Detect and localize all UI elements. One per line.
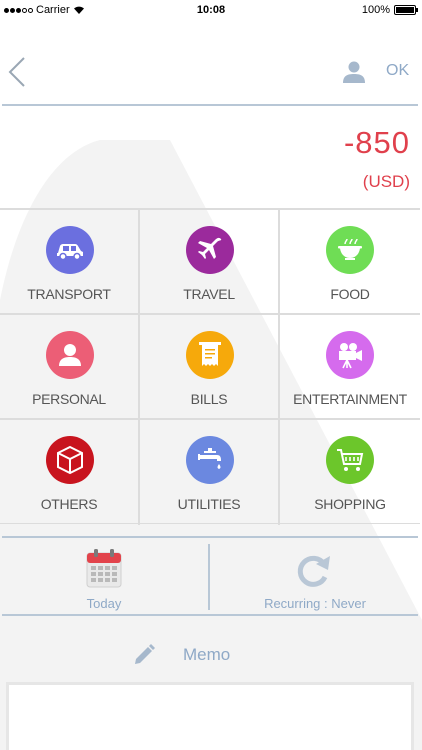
category-bills[interactable]: BILLS [140,315,280,420]
status-time: 10:08 [196,4,226,16]
category-label: FOOD [330,286,370,302]
nav-title-area [80,54,330,98]
cart-icon [326,436,374,484]
calendar-icon [86,549,122,588]
battery-icon [394,5,418,15]
category-grid: TRANSPORT TRAVEL FOOD PERSONAL BILLS ENT… [0,208,420,525]
memo-label: Memo [183,645,231,664]
category-utilities[interactable]: UTILITIES [140,420,280,525]
currency-label[interactable]: (USD) [363,172,410,192]
refresh-icon [297,555,330,587]
status-battery-group: 100% [361,4,418,16]
category-label: UTILITIES [177,496,241,512]
back-chevron-icon[interactable] [6,56,30,88]
battery-fill [396,7,414,13]
category-label: ENTERTAINMENT [293,391,407,407]
amount-value[interactable]: -850 [344,125,410,161]
movie-camera-icon [326,331,374,379]
category-label: TRAVEL [183,286,235,302]
recurring-label: Recurring : Never [264,596,366,611]
category-label: SHOPPING [314,496,386,512]
box-icon [46,436,94,484]
receipt-icon [186,331,234,379]
memo-row[interactable]: Memo [0,636,420,676]
category-transport[interactable]: TRANSPORT [0,210,140,315]
pencil-icon [135,644,155,664]
user-icon[interactable] [342,60,366,84]
person-icon [46,331,94,379]
status-bar: Carrier 10:08 100% [0,0,422,20]
category-others[interactable]: OTHERS [0,420,140,525]
date-picker-button[interactable]: Today [0,538,208,614]
faucet-icon [186,436,234,484]
food-bowl-icon [326,226,374,274]
date-label: Today [86,596,122,611]
battery-percent: 100% [361,4,390,16]
category-travel[interactable]: TRAVEL [140,210,280,315]
car-icon [46,226,94,274]
ok-button[interactable]: OK [386,62,409,80]
category-label: BILLS [190,391,228,407]
memo-textarea[interactable] [6,682,414,750]
recurring-button[interactable]: Recurring : Never [210,538,420,614]
category-label: OTHERS [40,496,98,512]
nav-divider [2,104,418,106]
category-entertainment[interactable]: ENTERTAINMENT [280,315,420,420]
airplane-icon [186,226,234,274]
options-bottom-divider [2,614,418,616]
category-shopping[interactable]: SHOPPING [280,420,420,525]
nav-bar: OK [0,20,422,105]
category-food[interactable]: FOOD [280,210,420,315]
category-label: TRANSPORT [27,286,111,302]
category-label: PERSONAL [32,391,106,407]
category-personal[interactable]: PERSONAL [0,315,140,420]
options-row: Today Recurring : Never [0,538,420,614]
